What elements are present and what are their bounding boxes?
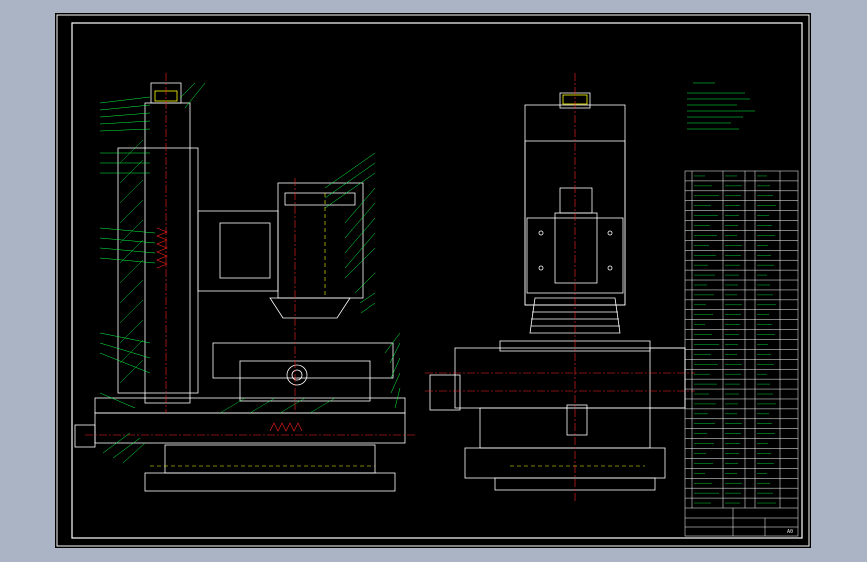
side-view	[429, 92, 686, 491]
side-saddle-nut	[566, 404, 588, 436]
head-top-bearing	[284, 192, 356, 206]
inner-border	[71, 22, 803, 539]
section-hatch	[119, 139, 336, 414]
table-screw-inner	[291, 369, 303, 381]
column-body	[117, 147, 199, 394]
side-center-lines	[425, 73, 695, 503]
lower-slide	[94, 397, 406, 414]
technical-notes	[687, 82, 755, 130]
base-riser	[164, 444, 376, 474]
machine-base	[144, 472, 396, 492]
table-screw	[286, 364, 308, 386]
tool-holder	[269, 297, 351, 319]
side-motor-box	[559, 187, 593, 214]
outer-border	[56, 14, 810, 547]
hidden-lines	[150, 193, 645, 467]
slide-base	[94, 412, 406, 444]
side-handwheel-left	[429, 374, 461, 411]
drawing-sheet: A0	[55, 13, 811, 548]
front-section-view	[74, 82, 406, 492]
side-handwheel-right	[649, 347, 686, 409]
cad-viewport[interactable]: A0	[0, 0, 867, 562]
parts-list-rows	[685, 180, 798, 499]
side-work-table	[454, 347, 686, 409]
parts-list-frame	[684, 170, 799, 537]
arm-cavity	[219, 222, 271, 279]
side-base	[464, 447, 666, 479]
side-saddle	[479, 407, 651, 449]
spindle-head	[277, 182, 364, 299]
parts-list-table	[684, 170, 799, 537]
front-center-lines	[85, 73, 415, 436]
spring-coils	[156, 227, 303, 432]
sheet-size-label: A0	[787, 529, 793, 535]
slide-motor	[74, 424, 96, 448]
side-spindle-block	[554, 212, 598, 284]
cad-drawing: A0	[56, 14, 810, 547]
